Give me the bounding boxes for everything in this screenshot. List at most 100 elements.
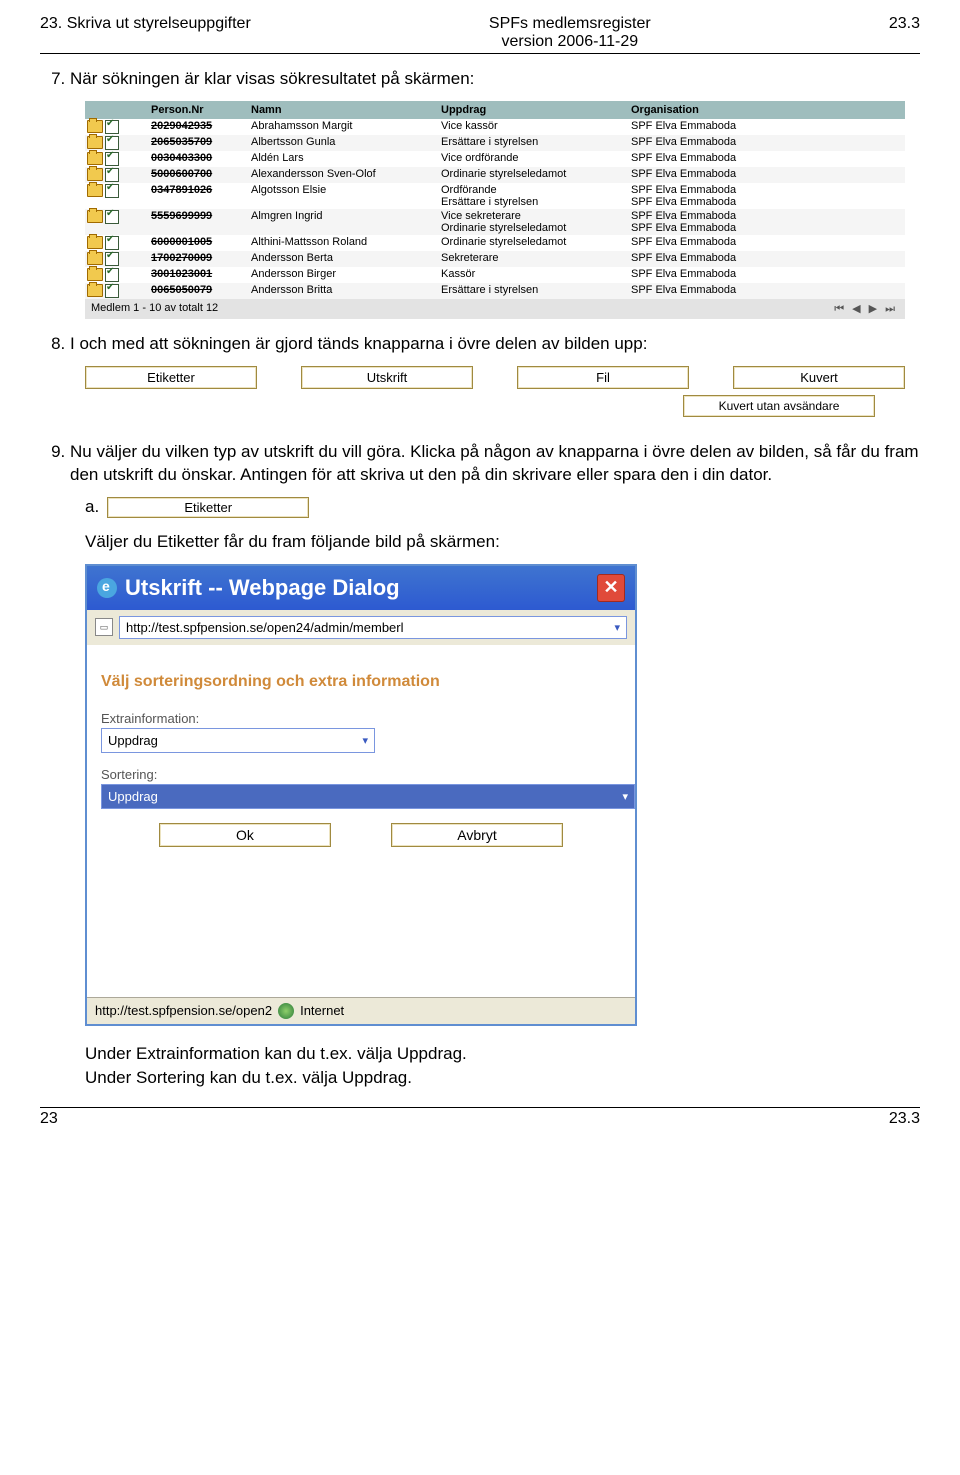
table-header-row: Person.Nr Namn Uppdrag Organisation — [85, 101, 905, 119]
avbryt-button[interactable]: Avbryt — [391, 823, 563, 847]
label-sortering: Sortering: — [101, 767, 621, 782]
folder-icon[interactable] — [87, 210, 103, 223]
under-line-2: Under Sortering kan du t.ex. välja Uppdr… — [85, 1066, 920, 1090]
checkbox-icon[interactable] — [105, 120, 119, 134]
folder-icon[interactable] — [87, 184, 103, 197]
cell-personnr: 6000001005 — [151, 236, 251, 248]
cell-namn: Algotsson Elsie — [251, 184, 441, 196]
cell-organisation: SPF Elva Emmaboda — [631, 120, 903, 132]
cell-uppdrag: Vice kassör — [441, 120, 631, 132]
step-7: När sökningen är klar visas sökresultate… — [70, 68, 920, 91]
checkbox-icon[interactable] — [105, 236, 119, 250]
checkbox-icon[interactable] — [105, 184, 119, 198]
cell-namn: Andersson Berta — [251, 252, 441, 264]
top-button-row: Etiketter Utskrift Fil Kuvert — [85, 366, 905, 389]
globe-icon — [278, 1003, 294, 1019]
folder-icon[interactable] — [87, 120, 103, 133]
utskrift-button[interactable]: Utskrift — [301, 366, 473, 389]
utskrift-dialog: Utskrift -- Webpage Dialog ✕ ▭ http://te… — [85, 564, 637, 1026]
etiketter-button-inline[interactable]: Etiketter — [107, 497, 309, 518]
sub-a-letter: a. — [85, 497, 99, 517]
cell-personnr: 2029042935 — [151, 120, 251, 132]
sub-a-description: Väljer du Etiketter får du fram följande… — [85, 532, 920, 552]
folder-icon[interactable] — [87, 136, 103, 149]
page-footer: 23 23.3 — [40, 1107, 920, 1128]
cell-namn: Andersson Birger — [251, 268, 441, 280]
table-footer: Medlem 1 - 10 av totalt 12 ⏮◀▶⏭ — [85, 299, 905, 319]
cell-organisation: SPF Elva Emmaboda — [631, 168, 903, 180]
table-row[interactable]: 1700270009Andersson BertaSekreterareSPF … — [85, 251, 905, 267]
table-row[interactable]: 2065035709Albertsson GunlaErsättare i st… — [85, 135, 905, 151]
checkbox-icon[interactable] — [105, 152, 119, 166]
cell-namn: Althini-Mattsson Roland — [251, 236, 441, 248]
checkbox-icon[interactable] — [105, 210, 119, 224]
close-icon[interactable]: ✕ — [597, 574, 625, 602]
table-row[interactable]: 3001023001Andersson BirgerKassörSPF Elva… — [85, 267, 905, 283]
chevron-down-icon: ▾ — [622, 790, 628, 803]
table-row[interactable]: 0347891026Algotsson ElsieOrdförandeErsät… — [85, 183, 905, 209]
ok-button[interactable]: Ok — [159, 823, 331, 847]
cell-uppdrag: OrdförandeErsättare i styrelsen — [441, 184, 631, 208]
cell-uppdrag: Sekreterare — [441, 252, 631, 264]
cell-organisation: SPF Elva EmmabodaSPF Elva Emmaboda — [631, 184, 903, 208]
table-row[interactable]: 5559699999Almgren IngridVice sekreterare… — [85, 209, 905, 235]
cell-organisation: SPF Elva Emmaboda — [631, 236, 903, 248]
sortering-dropdown[interactable]: Uppdrag ▾ — [101, 784, 635, 809]
extrainfo-dropdown[interactable]: Uppdrag ▾ — [101, 728, 375, 753]
under-line-1: Under Extrainformation kan du t.ex. välj… — [85, 1042, 920, 1066]
cell-personnr: 0347891026 — [151, 184, 251, 196]
chevron-down-icon[interactable]: ▾ — [614, 621, 620, 634]
table-row[interactable]: 2029042935Abrahamsson MargitVice kassörS… — [85, 119, 905, 135]
etiketter-button[interactable]: Etiketter — [85, 366, 257, 389]
header-left: 23. Skriva ut styrelseuppgifter — [40, 15, 251, 51]
fil-button[interactable]: Fil — [517, 366, 689, 389]
checkbox-icon[interactable] — [105, 284, 119, 298]
kuvert-utan-avsandare-button[interactable]: Kuvert utan avsändare — [683, 395, 875, 417]
step-9: Nu väljer du vilken typ av utskrift du v… — [70, 441, 920, 487]
folder-icon[interactable] — [87, 268, 103, 281]
checkbox-icon[interactable] — [105, 268, 119, 282]
table-row[interactable]: 6000001005Althini-Mattsson RolandOrdinar… — [85, 235, 905, 251]
table-row[interactable]: 0065050079Andersson BrittaErsättare i st… — [85, 283, 905, 299]
folder-icon[interactable] — [87, 284, 103, 297]
ie-icon — [97, 578, 117, 598]
cell-namn: Albertsson Gunla — [251, 136, 441, 148]
dialog-titlebar: Utskrift -- Webpage Dialog ✕ — [87, 566, 635, 610]
folder-icon[interactable] — [87, 152, 103, 165]
chevron-down-icon: ▾ — [362, 734, 368, 747]
folder-icon[interactable] — [87, 252, 103, 265]
cell-organisation: SPF Elva Emmaboda — [631, 252, 903, 264]
checkbox-icon[interactable] — [105, 136, 119, 150]
col-uppdrag: Uppdrag — [441, 104, 631, 116]
cell-namn: Andersson Britta — [251, 284, 441, 296]
header-center: SPFs medlemsregister version 2006-11-29 — [251, 15, 889, 51]
folder-icon[interactable] — [87, 236, 103, 249]
kuvert-button[interactable]: Kuvert — [733, 366, 905, 389]
checkbox-icon[interactable] — [105, 252, 119, 266]
cell-organisation: SPF Elva Emmaboda — [631, 136, 903, 148]
cell-personnr: 1700270009 — [151, 252, 251, 264]
cell-namn: Abrahamsson Margit — [251, 120, 441, 132]
folder-icon[interactable] — [87, 168, 103, 181]
cell-uppdrag: Vice sekreterareOrdinarie styrelseledamo… — [441, 210, 631, 234]
cell-uppdrag: Vice ordförande — [441, 152, 631, 164]
checkbox-icon[interactable] — [105, 168, 119, 182]
pager[interactable]: ⏮◀▶⏭ — [830, 302, 899, 316]
status-bar: http://test.spfpension.se/open2 Internet — [87, 997, 635, 1024]
step-8: I och med att sökningen är gjord tänds k… — [70, 333, 920, 356]
cell-namn: Aldén Lars — [251, 152, 441, 164]
url-field[interactable]: http://test.spfpension.se/open24/admin/m… — [119, 616, 627, 639]
cell-uppdrag: Kassör — [441, 268, 631, 280]
table-row[interactable]: 0030403300Aldén LarsVice ordförandeSPF E… — [85, 151, 905, 167]
results-table: Person.Nr Namn Uppdrag Organisation 2029… — [85, 101, 905, 319]
cell-uppdrag: Ordinarie styrelseledamot — [441, 236, 631, 248]
cell-uppdrag: Ordinarie styrelseledamot — [441, 168, 631, 180]
table-row[interactable]: 5000600700Alexandersson Sven-OlofOrdinar… — [85, 167, 905, 183]
cell-namn: Alexandersson Sven-Olof — [251, 168, 441, 180]
cell-organisation: SPF Elva EmmabodaSPF Elva Emmaboda — [631, 210, 903, 234]
cell-organisation: SPF Elva Emmaboda — [631, 268, 903, 280]
cell-personnr: 0030403300 — [151, 152, 251, 164]
label-extrainfo: Extrainformation: — [101, 711, 621, 726]
cell-personnr: 3001023001 — [151, 268, 251, 280]
cell-uppdrag: Ersättare i styrelsen — [441, 136, 631, 148]
